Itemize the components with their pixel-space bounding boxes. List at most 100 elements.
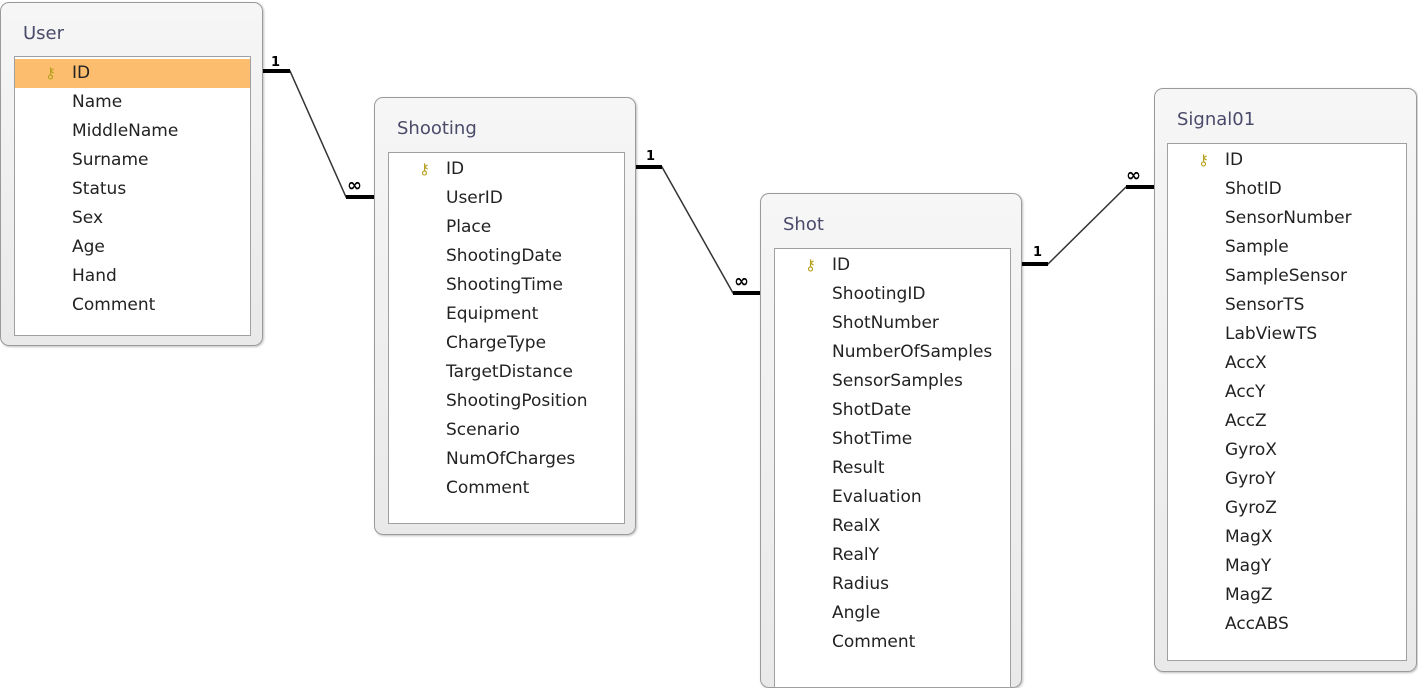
field-row[interactable]: ShotNumber <box>775 309 1010 338</box>
field-name: Comment <box>72 295 156 315</box>
field-name: AccABS <box>1225 614 1289 634</box>
field-row[interactable]: Hand <box>15 262 250 291</box>
field-name: ChargeType <box>446 333 547 353</box>
field-list[interactable]: ⚷ ID UserID Place ShootingDate ShootingTime Eq… <box>388 152 625 524</box>
field-row[interactable]: SampleSensor <box>1168 262 1406 291</box>
field-row[interactable]: RealY <box>775 541 1010 570</box>
field-row[interactable]: MagX <box>1168 523 1406 552</box>
field-row[interactable]: AccZ <box>1168 407 1406 436</box>
one-label: 1 <box>271 55 280 70</box>
field-list[interactable]: ⚷ ID Name MiddleName Surname Status Sex Age Hand… <box>14 56 251 336</box>
table-title[interactable]: Signal01 <box>1177 109 1255 130</box>
field-row[interactable]: Age <box>15 233 250 262</box>
field-row[interactable]: Evaluation <box>775 483 1010 512</box>
field-name: Scenario <box>446 420 520 440</box>
table-shot[interactable]: Shot ⚷ ID ShootingID ShotNumber NumberOfSampl… <box>760 193 1022 688</box>
field-row[interactable]: MagY <box>1168 552 1406 581</box>
field-name: SensorNumber <box>1225 208 1352 228</box>
field-row[interactable]: ShotTime <box>775 425 1010 454</box>
relationship-shot-signal01[interactable]: 1 ∞ <box>1020 165 1154 266</box>
many-label: ∞ <box>347 175 362 196</box>
field-name: ShootingTime <box>446 275 563 295</box>
field-row[interactable]: Scenario <box>389 416 624 445</box>
field-name: MagZ <box>1225 585 1273 605</box>
field-row[interactable]: Name <box>15 88 250 117</box>
table-title[interactable]: Shooting <box>397 118 477 139</box>
field-row[interactable]: ChargeType <box>389 329 624 358</box>
field-row[interactable]: NumberOfSamples <box>775 338 1010 367</box>
field-name: Comment <box>832 632 916 652</box>
field-list[interactable]: ⚷ ID ShootingID ShotNumber NumberOfSamples Se… <box>774 248 1011 688</box>
table-signal01[interactable]: Signal01 ⚷ ID ShotID SensorNumber Sample Sampl… <box>1154 88 1417 672</box>
one-label: 1 <box>646 149 655 164</box>
field-row[interactable]: TargetDistance <box>389 358 624 387</box>
field-row[interactable]: LabViewTS <box>1168 320 1406 349</box>
field-row[interactable]: MagZ <box>1168 581 1406 610</box>
table-title[interactable]: User <box>23 23 64 44</box>
field-row[interactable]: AccX <box>1168 349 1406 378</box>
one-label: 1 <box>1033 245 1042 260</box>
field-row[interactable]: AccABS <box>1168 610 1406 639</box>
field-row[interactable]: Comment <box>389 474 624 503</box>
field-name: AccY <box>1225 382 1266 402</box>
primary-key-icon: ⚷ <box>805 256 816 274</box>
field-row[interactable]: SensorNumber <box>1168 204 1406 233</box>
field-row[interactable]: Sample <box>1168 233 1406 262</box>
field-name: MiddleName <box>72 121 179 141</box>
field-row[interactable]: ShootingPosition <box>389 387 624 416</box>
field-name: Sample <box>1225 237 1289 257</box>
field-row[interactable]: ⚷ ID <box>15 59 250 88</box>
field-row[interactable]: SensorSamples <box>775 367 1010 396</box>
field-name: ShotTime <box>832 429 913 449</box>
field-row[interactable]: Comment <box>15 291 250 320</box>
field-row[interactable]: MiddleName <box>15 117 250 146</box>
field-row[interactable]: UserID <box>389 184 624 213</box>
field-name: MagX <box>1225 527 1273 547</box>
field-name: RealX <box>832 516 881 536</box>
relationship-shooting-shot[interactable]: 1 ∞ <box>634 149 760 295</box>
field-name: Angle <box>832 603 881 623</box>
field-name: Equipment <box>446 304 539 324</box>
field-name: Radius <box>832 574 890 594</box>
field-name: GyroX <box>1225 440 1277 460</box>
field-row[interactable]: GyroZ <box>1168 494 1406 523</box>
relationship-user-shooting[interactable]: 1 ∞ <box>261 55 374 199</box>
field-row[interactable]: Comment <box>775 628 1010 657</box>
table-user[interactable]: User ⚷ ID Name MiddleName Surname Status Sex Age… <box>0 2 263 346</box>
many-label: ∞ <box>1126 165 1141 186</box>
field-list[interactable]: ⚷ ID ShotID SensorNumber Sample SampleSensor S… <box>1167 143 1407 661</box>
field-row[interactable]: GyroY <box>1168 465 1406 494</box>
field-row[interactable]: ShotDate <box>775 396 1010 425</box>
field-row[interactable]: Equipment <box>389 300 624 329</box>
field-row[interactable]: NumOfCharges <box>389 445 624 474</box>
field-row[interactable]: ShootingTime <box>389 271 624 300</box>
field-row[interactable]: Status <box>15 175 250 204</box>
field-name: MagY <box>1225 556 1272 576</box>
field-row[interactable]: ⚷ ID <box>389 155 624 184</box>
field-name: Hand <box>72 266 117 286</box>
field-row[interactable]: ShootingDate <box>389 242 624 271</box>
table-shooting[interactable]: Shooting ⚷ ID UserID Place ShootingDate Shooti… <box>374 97 636 535</box>
field-row[interactable]: ShotID <box>1168 175 1406 204</box>
primary-key-icon: ⚷ <box>45 64 56 82</box>
field-name: AccZ <box>1225 411 1267 431</box>
field-row[interactable]: AccY <box>1168 378 1406 407</box>
field-row[interactable]: SensorTS <box>1168 291 1406 320</box>
field-row[interactable]: ⚷ ID <box>775 251 1010 280</box>
field-name: Status <box>72 179 127 199</box>
field-row[interactable]: ⚷ ID <box>1168 146 1406 175</box>
field-row[interactable]: ShootingID <box>775 280 1010 309</box>
field-name: GyroZ <box>1225 498 1277 518</box>
field-row[interactable]: Sex <box>15 204 250 233</box>
field-row[interactable]: Angle <box>775 599 1010 628</box>
field-row[interactable]: RealX <box>775 512 1010 541</box>
field-row[interactable]: Result <box>775 454 1010 483</box>
primary-key-icon: ⚷ <box>419 160 430 178</box>
field-row[interactable]: Radius <box>775 570 1010 599</box>
table-title[interactable]: Shot <box>783 214 824 235</box>
field-row[interactable]: Surname <box>15 146 250 175</box>
field-name: TargetDistance <box>446 362 573 382</box>
field-row[interactable]: GyroX <box>1168 436 1406 465</box>
field-row[interactable]: Place <box>389 213 624 242</box>
field-name: GyroY <box>1225 469 1276 489</box>
